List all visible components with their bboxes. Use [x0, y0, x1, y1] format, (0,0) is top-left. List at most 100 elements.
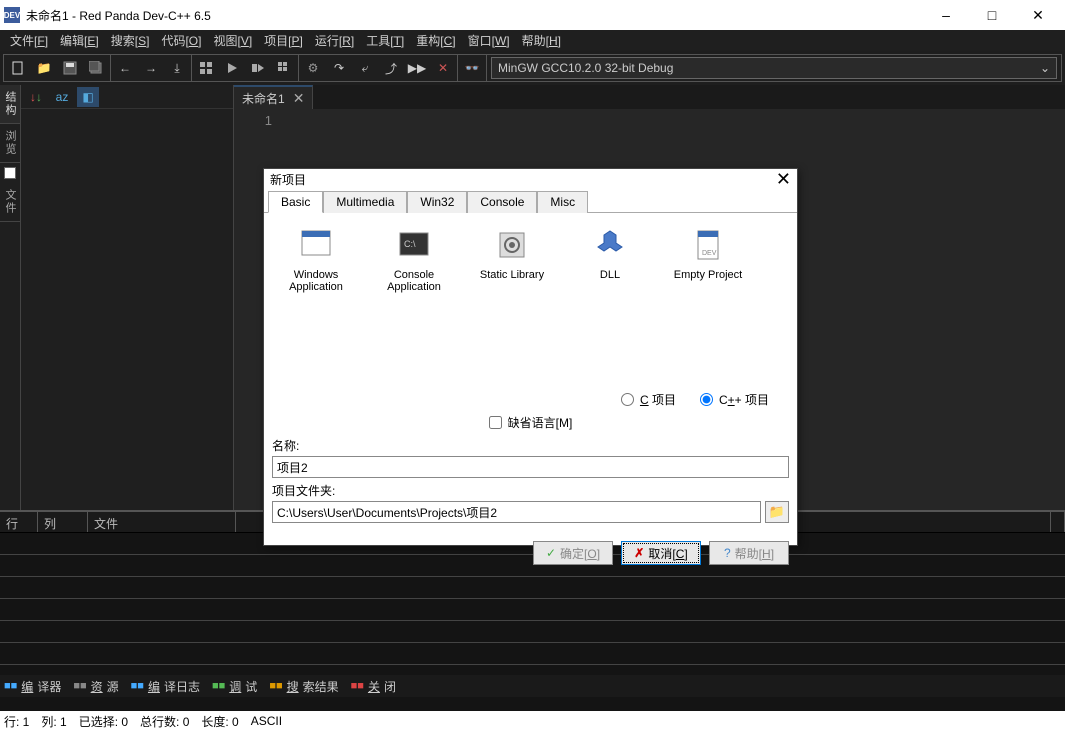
maximize-button[interactable]: □	[969, 0, 1015, 30]
template-icon	[590, 225, 630, 265]
menu-r[interactable]: 运行[R]	[309, 30, 360, 51]
compiler-selector[interactable]: MinGW GCC10.2.0 32-bit Debug ⌄	[491, 57, 1057, 79]
col-header[interactable]: 文件	[88, 512, 236, 532]
template-console-application[interactable]: C:\Console Application	[374, 225, 454, 385]
dialog-body: Windows ApplicationC:\Console Applicatio…	[264, 213, 797, 533]
template-dll[interactable]: DLL	[570, 225, 650, 385]
step-over-icon[interactable]: ↷	[329, 58, 349, 78]
dialog-tab-win32[interactable]: Win32	[407, 191, 467, 213]
browse-folder-button[interactable]: 📁	[765, 501, 789, 523]
dialog-tab-misc[interactable]: Misc	[537, 191, 588, 213]
side-panel: ↓↓ az ◧	[21, 85, 234, 510]
window-controls: – □ ✕	[923, 0, 1061, 30]
profiler-icon[interactable]: 👓	[462, 58, 482, 78]
bottom-tab[interactable]: ■■资源	[73, 678, 118, 695]
vtab-browse[interactable]: 浏览	[0, 124, 20, 163]
radio-c-input[interactable]	[621, 393, 634, 406]
back-icon[interactable]: ←	[115, 58, 135, 78]
template-windows-application[interactable]: Windows Application	[276, 225, 356, 385]
tab-icon: ■■	[269, 680, 282, 692]
dialog-tab-multimedia[interactable]: Multimedia	[323, 191, 407, 213]
menu-c[interactable]: 重构[C]	[410, 30, 461, 51]
vtab-structure[interactable]: 结构	[0, 85, 20, 124]
status-encoding: ASCII	[251, 714, 282, 728]
close-button[interactable]: ✕	[1015, 0, 1061, 30]
project-name-input[interactable]	[272, 456, 789, 478]
menu-f[interactable]: 文件[F]	[4, 30, 54, 51]
col-header[interactable]: 行	[0, 512, 38, 532]
grid-empty-row	[0, 577, 1065, 599]
run-icon[interactable]	[222, 58, 242, 78]
stop-debug-icon[interactable]: ✕	[433, 58, 453, 78]
new-file-icon[interactable]	[8, 58, 28, 78]
open-icon[interactable]: 📁	[34, 58, 54, 78]
bottom-tab[interactable]: ■■编译日志	[131, 678, 200, 695]
sort-alpha-icon[interactable]: az	[51, 87, 73, 107]
save-icon[interactable]	[60, 58, 80, 78]
bottom-tab[interactable]: ■■搜索结果	[269, 678, 338, 695]
bottom-tab[interactable]: ■■调试	[212, 678, 257, 695]
bottom-tab[interactable]: ■■关闭	[351, 678, 396, 695]
template-icon: C:\	[394, 225, 434, 265]
template-static-library[interactable]: Static Library	[472, 225, 552, 385]
radio-cpp-project[interactable]: C++ 项目	[700, 391, 769, 408]
check-icon: ✓	[546, 546, 556, 560]
vtab-files[interactable]: 文件	[0, 183, 20, 222]
save-all-icon[interactable]	[86, 58, 106, 78]
col-header[interactable]: 列	[38, 512, 88, 532]
compile-run-icon[interactable]	[248, 58, 268, 78]
continue-icon[interactable]: ▶▶	[407, 58, 427, 78]
rebuild-icon[interactable]	[274, 58, 294, 78]
dialog-close-icon[interactable]: ✕	[776, 169, 791, 190]
menu-e[interactable]: 编辑[E]	[54, 30, 105, 51]
step-into-icon[interactable]: ⤶	[355, 58, 375, 78]
minimize-button[interactable]: –	[923, 0, 969, 30]
radio-cpp-input[interactable]	[700, 393, 713, 406]
menu-o[interactable]: 代码[O]	[155, 30, 207, 51]
template-label: Empty Project	[668, 269, 748, 281]
default-lang-checkbox[interactable]: 缺省语言[M]	[489, 414, 573, 431]
help-icon: ?	[724, 546, 731, 560]
editor-tabs: 未命名1 ✕	[234, 85, 1065, 109]
menu-p[interactable]: 项目[P]	[258, 30, 309, 51]
status-len: 长度: 0	[201, 713, 238, 730]
tab-icon: ■■	[212, 680, 225, 692]
panel-toolbar: ↓↓ az ◧	[21, 85, 233, 109]
forward-icon[interactable]: →	[141, 58, 161, 78]
template-label: DLL	[570, 269, 650, 281]
radio-c-project[interactable]: C 项目	[621, 391, 676, 408]
menubar: 文件[F]编辑[E]搜索[S]代码[O]视图[V]项目[P]运行[R]工具[T]…	[0, 30, 1065, 51]
help-button[interactable]: ? 帮助[H]	[709, 541, 789, 565]
sort-down-icon[interactable]: ↓↓	[25, 87, 47, 107]
compile-icon[interactable]	[196, 58, 216, 78]
ok-button[interactable]: ✓ 确定[O]	[533, 541, 613, 565]
dialog-tab-basic[interactable]: Basic	[268, 191, 323, 213]
tab-icon: ■■	[4, 680, 17, 692]
step-out-icon[interactable]: ⤴	[381, 58, 401, 78]
grid-empty-row	[0, 643, 1065, 665]
menu-s[interactable]: 搜索[S]	[105, 30, 156, 51]
menu-t[interactable]: 工具[T]	[360, 30, 410, 51]
status-sel: 已选择: 0	[79, 713, 128, 730]
bottom-tab[interactable]: ■■编译器	[4, 678, 61, 695]
menu-w[interactable]: 窗口[W]	[462, 30, 516, 51]
editor-tab[interactable]: 未命名1 ✕	[234, 85, 313, 109]
menu-h[interactable]: 帮助[H]	[516, 30, 567, 51]
default-lang-input[interactable]	[489, 416, 502, 429]
folder-label: 项目文件夹:	[272, 480, 789, 501]
dialog-buttons: ✓ 确定[O] ✗ 取消[C] ? 帮助[H]	[264, 533, 797, 573]
menu-v[interactable]: 视图[V]	[207, 30, 258, 51]
template-icon	[296, 225, 336, 265]
status-total: 总行数: 0	[140, 713, 189, 730]
tree-view-icon[interactable]: ◧	[77, 87, 99, 107]
tab-icon: ■■	[131, 680, 144, 692]
toolbar: 📁 ← → ⤓ ⚙ ↷ ⤶ ⤴ ▶▶ ✕ 👓 MinGW GCC10.2.0 3…	[3, 54, 1062, 82]
template-empty-project[interactable]: DEVEmpty Project	[668, 225, 748, 385]
default-lang-row: 缺省语言[M]	[272, 410, 789, 435]
close-tab-icon[interactable]: ✕	[293, 90, 305, 107]
debug-icon[interactable]: ⚙	[303, 58, 323, 78]
cancel-button[interactable]: ✗ 取消[C]	[621, 541, 701, 565]
project-folder-input[interactable]	[272, 501, 761, 523]
dialog-tab-console[interactable]: Console	[467, 191, 537, 213]
indent-icon[interactable]: ⤓	[167, 58, 187, 78]
